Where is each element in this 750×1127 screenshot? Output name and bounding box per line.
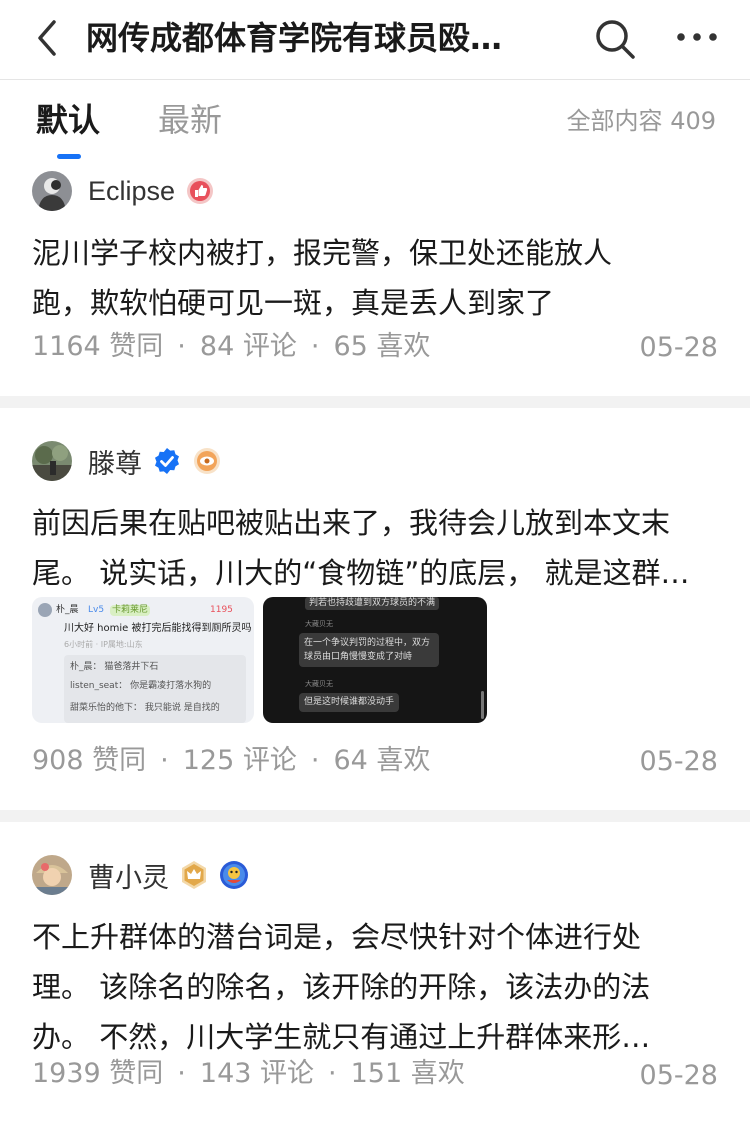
verified-badge-icon	[152, 446, 182, 476]
favorite-count: 65 喜欢	[333, 331, 431, 362]
thumb-scrollbar	[481, 691, 484, 719]
like-count: 1164 赞同	[32, 331, 164, 362]
avatar[interactable]	[32, 855, 72, 895]
level-badge: Lv5	[88, 605, 105, 615]
comment-count: 84 评论	[199, 331, 297, 362]
tab-default[interactable]: 默认	[36, 98, 100, 142]
thumb-reply: listen_seat： 你是霸凌打落水狗的	[70, 681, 212, 691]
like-count: 1939 赞同	[32, 1058, 164, 1089]
thumb-comment-text: 川大好 homie 被打完后能找得到厕所灵吗	[64, 623, 252, 634]
thumb-chat-sender: 大藏贝无	[305, 620, 333, 628]
comment-count: 125 评论	[182, 745, 297, 776]
page-title: 网传成都体育学院有球员殴…	[86, 19, 503, 57]
answer-excerpt[interactable]: 不上升群体的潜台词是，会尽快针对个体进行处 理。 该除名的除名，该开除的开除，该…	[32, 912, 722, 1062]
excerpt-line: 理。 该除名的除名，该开除的开除，该法办的法	[32, 970, 651, 1004]
answer-stats: 1939 赞同 · 143 评论 · 151 喜欢	[32, 1054, 465, 1094]
thumb-reply: 朴_晨： 猫爸落井下石	[70, 662, 159, 672]
post-date: 05-28	[639, 746, 718, 777]
excerpt-line: 跑，欺软怕硬可见一斑，真是丢人到家了	[32, 286, 555, 320]
excerpt-line: 前因后果在贴吧被贴出来了，我待会儿放到本文末	[32, 506, 671, 540]
chevron-left-icon[interactable]	[28, 18, 68, 58]
comment-count: 143 评论	[199, 1058, 315, 1089]
eye-badge-icon	[192, 446, 222, 476]
card-divider	[0, 396, 750, 408]
thumb-chat-text: 在一个争议判罚的过程中，双方	[304, 638, 431, 648]
author-row[interactable]: Eclipse	[32, 170, 215, 212]
crown-badge-icon	[179, 860, 209, 890]
post-date: 05-28	[639, 1060, 718, 1091]
answer-stats: 908 赞同 · 125 评论 · 64 喜欢	[32, 741, 430, 781]
total-count: 全部内容 409	[566, 107, 716, 135]
separator-dot: ·	[310, 331, 320, 362]
image-thumbnail[interactable]: 判若也持歧遭到双方球员的不满 大藏贝无 在一个争议判罚的过程中，双方 球员由口角…	[263, 597, 487, 723]
answer-card[interactable]: 曹小灵 不上升群体的潜台词是，会尽快针对个体进行处 理。 该除名的除名，该开除的…	[0, 822, 750, 1127]
like-count: 908 赞同	[32, 745, 147, 776]
thumb-tag: 卡莉莱尼	[110, 605, 151, 616]
thumb-reply-box: 朴_晨： 猫爸落井下石 listen_seat： 你是霸凌打落水狗的 甜菜乐怡的…	[64, 655, 246, 723]
sort-tabs: 默认 最新 全部内容 409	[0, 80, 750, 160]
separator-dot: ·	[177, 1058, 186, 1089]
answer-stats: 1164 赞同 · 84 评论 · 65 喜欢	[32, 327, 430, 367]
author-row[interactable]: 滕尊	[32, 440, 222, 482]
excerpt-line: 不上升群体的潜台词是，会尽快针对个体进行处	[32, 920, 642, 954]
post-date: 05-28	[639, 332, 718, 363]
search-icon[interactable]	[592, 16, 638, 62]
thumb-meta: 6小时前 · IP属地:山东	[64, 640, 143, 649]
separator-dot: ·	[310, 745, 320, 776]
author-name[interactable]: Eclipse	[88, 176, 175, 207]
favorite-count: 151 喜欢	[350, 1058, 465, 1089]
excerpt-line: 泥川学子校内被打，报完警，保卫处还能放人	[32, 236, 613, 270]
favorite-count: 64 喜欢	[333, 745, 431, 776]
thumb-chat-sender: 大藏贝无	[305, 680, 333, 688]
active-tab-indicator	[57, 154, 81, 159]
avatar[interactable]	[32, 171, 72, 211]
thumb-like-count: 1195	[210, 605, 233, 615]
thumb-chat-bubble: 判若也持歧遭到双方球员的不满	[305, 597, 440, 610]
avatar[interactable]	[32, 441, 72, 481]
author-name[interactable]: 滕尊	[88, 442, 142, 481]
author-name[interactable]: 曹小灵	[88, 856, 169, 895]
separator-dot: ·	[160, 745, 169, 776]
excerpt-line: 尾。 说实话，川大的“食物链”的底层， 就是这群…	[32, 556, 690, 590]
thumb-chat-text: 球员由口角慢慢变成了对峙	[304, 652, 413, 662]
answer-excerpt[interactable]: 泥川学子校内被打，报完警，保卫处还能放人 跑，欺软怕硬可见一斑，真是丢人到家了	[32, 228, 722, 328]
avatar	[38, 603, 52, 617]
thumb-reply: 甜菜乐怡的他下： 我只能说 是自找的	[70, 703, 220, 713]
thumb-username: 朴_晨	[56, 605, 79, 615]
card-divider	[0, 810, 750, 822]
author-row[interactable]: 曹小灵	[32, 854, 249, 896]
answer-excerpt[interactable]: 前因后果在贴吧被贴出来了，我待会儿放到本文末 尾。 说实话，川大的“食物链”的底…	[32, 498, 722, 598]
thumb-chat-bubble: 在一个争议判罚的过程中，双方 球员由口角慢慢变成了对峙	[299, 633, 439, 667]
separator-dot: ·	[177, 331, 186, 362]
answer-card[interactable]: 滕尊 前因后果在贴吧被贴出来了，我待会儿放到本文末 尾。 说实话，川大的“食物链…	[0, 408, 750, 810]
answer-card[interactable]: Eclipse 泥川学子校内被打，报完警，保卫处还能放人 跑，欺软怕硬可见一斑，…	[0, 160, 750, 396]
thumbs-up-badge-icon	[185, 176, 215, 206]
image-gallery: 朴_晨 Lv5 卡莉莱尼 1195 川大好 homie 被打完后能找得到厕所灵吗…	[32, 597, 488, 723]
separator-dot: ·	[328, 1058, 337, 1089]
thumb-chat-bubble: 但是这时候谁都没动手	[299, 693, 400, 712]
mascot-badge-icon	[219, 860, 249, 890]
more-horizontal-icon[interactable]	[672, 20, 722, 60]
tab-latest[interactable]: 最新	[158, 98, 222, 142]
top-bar: 网传成都体育学院有球员殴…	[0, 0, 750, 80]
image-thumbnail[interactable]: 朴_晨 Lv5 卡莉莱尼 1195 川大好 homie 被打完后能找得到厕所灵吗…	[32, 597, 254, 723]
